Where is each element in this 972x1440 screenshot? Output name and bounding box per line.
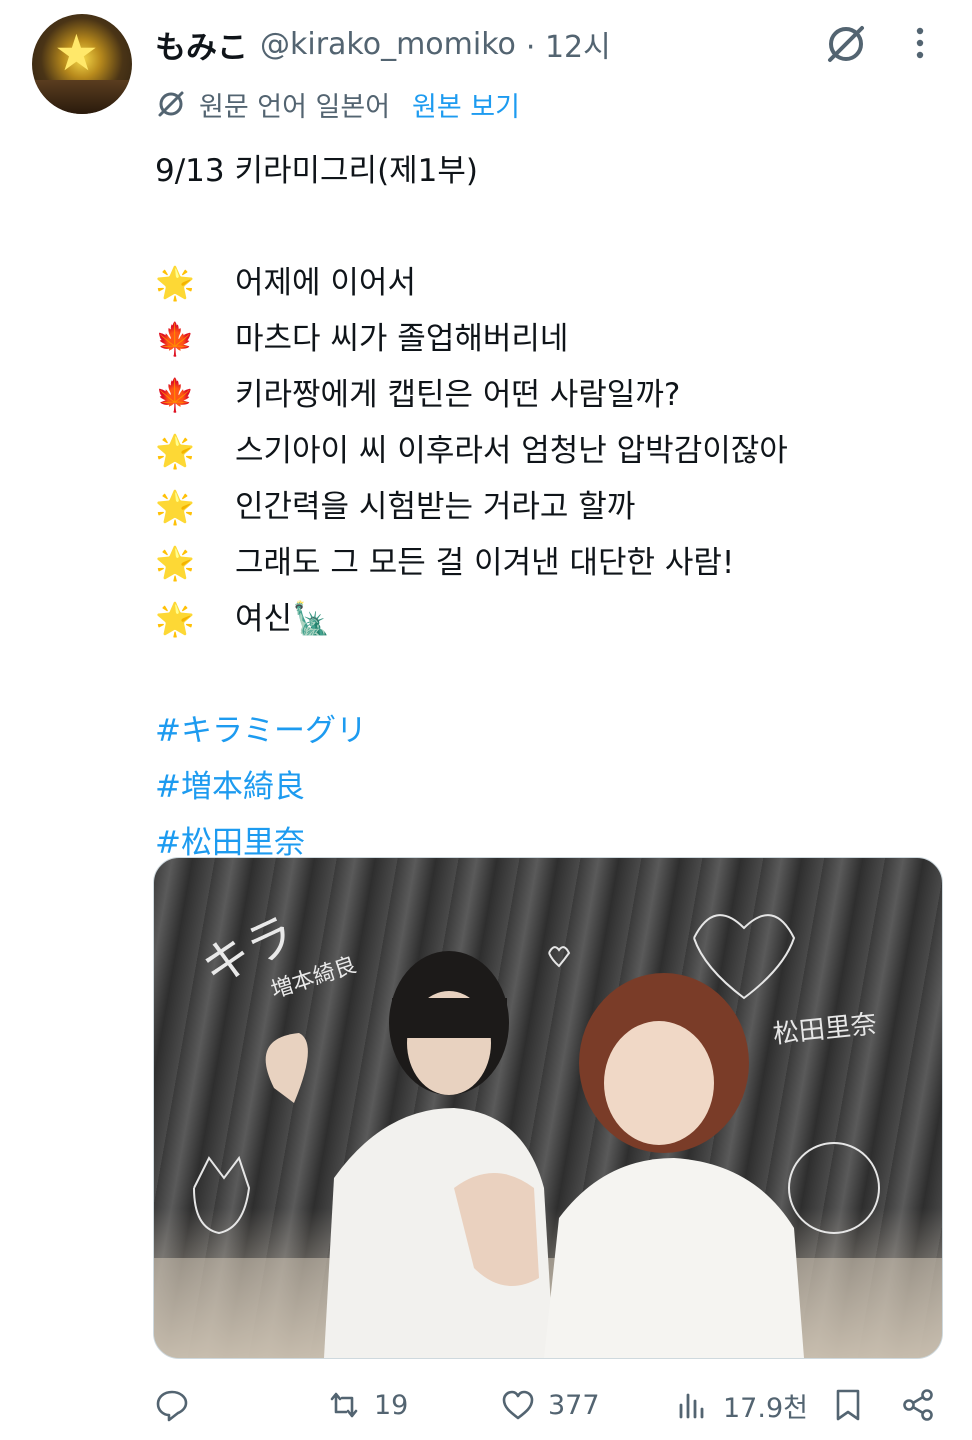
grok-button[interactable]: [822, 20, 872, 66]
maple-leaf-icon: 🍁: [155, 320, 195, 358]
text-line: 🌟 스기아이 씨 이후라서 엄청난 압박감이잖아: [155, 423, 945, 479]
action-bar: 19 377 17.9천: [150, 1382, 940, 1428]
hashtag-line: #増本綺良: [155, 759, 945, 815]
translate-icon: [158, 91, 184, 117]
glowing-star-icon: 🌟: [155, 432, 195, 470]
views-count: 17.9천: [723, 1392, 808, 1424]
photo-illustration: キラ 増本綺良 松田里奈: [154, 906, 942, 1358]
author-avatar[interactable]: ★: [32, 14, 132, 114]
text-line: 🍁 키라짱에게 캡틴은 어떤 사람일까?: [155, 367, 945, 423]
text-line: 🌟 그래도 그 모든 걸 이겨낸 대단한 사람!: [155, 535, 945, 591]
retweet-icon: [330, 1392, 358, 1418]
author-handle[interactable]: @kirako_momiko: [260, 27, 516, 62]
text-line: 🍁 마츠다 씨가 졸업해버리네: [155, 311, 945, 367]
like-count: 377: [548, 1389, 600, 1421]
star-icon: ★: [54, 24, 99, 82]
text-line: 🌟 여신🗽: [155, 591, 945, 647]
glowing-star-icon: 🌟: [155, 544, 195, 582]
text-line-content: 여신🗽: [235, 601, 331, 637]
tweet-time[interactable]: · 12시: [526, 22, 611, 66]
tweet-text: 9/13 키라미그리(제1부) 🌟 어제에 이어서 🍁 마츠다 씨가 졸업해버리…: [155, 143, 945, 871]
views-button[interactable]: 17.9천: [675, 1382, 808, 1428]
reply-button[interactable]: [154, 1382, 190, 1428]
avatar-background: [32, 80, 132, 114]
bookmark-button[interactable]: [830, 1382, 866, 1428]
text-line: 🌟 인간력을 시험받는 거라고 할까: [155, 479, 945, 535]
text-line: 🌟 어제에 이어서: [155, 255, 945, 311]
retweet-button[interactable]: 19: [326, 1382, 408, 1428]
hashtag-link[interactable]: #キラミーグリ: [155, 703, 367, 759]
like-icon: [502, 1390, 534, 1420]
text-line-content: 인간력을 시험받는 거라고 할까: [235, 489, 636, 525]
views-icon: [679, 1393, 704, 1419]
share-button[interactable]: [900, 1382, 936, 1428]
tweet-title: 9/13 키라미그리(제1부): [155, 153, 479, 189]
glowing-star-icon: 🌟: [155, 488, 195, 526]
translation-language: 원문 언어 일본어: [199, 91, 391, 123]
like-button[interactable]: 377: [500, 1382, 600, 1428]
glowing-star-icon: 🌟: [155, 264, 195, 302]
bookmark-icon: [836, 1389, 860, 1421]
text-line-content: 그래도 그 모든 걸 이겨낸 대단한 사람!: [235, 545, 735, 581]
share-icon: [903, 1389, 933, 1421]
reply-icon: [156, 1390, 188, 1422]
show-original-link[interactable]: 원본 보기: [412, 85, 520, 124]
translation-row: 원문 언어 일본어 원본 보기: [155, 84, 520, 124]
more-button[interactable]: [905, 22, 935, 64]
text-line-content: 어제에 이어서: [235, 265, 416, 301]
retweet-count: 19: [374, 1389, 409, 1421]
hashtag-link[interactable]: #増本綺良: [155, 759, 305, 815]
text-line-content: 키라짱에게 캡틴은 어떤 사람일까?: [235, 377, 681, 413]
grok-icon: [828, 26, 864, 62]
text-line-content: 마츠다 씨가 졸업해버리네: [235, 321, 569, 357]
hashtag-line: #キラミーグリ: [155, 703, 945, 759]
author-name[interactable]: もみこ: [155, 22, 248, 67]
text-line-content: 스기아이 씨 이후라서 엄청난 압박감이잖아: [235, 433, 788, 469]
autograph-matsuda: 松田里奈: [772, 1009, 879, 1050]
tweet-header: もみこ @kirako_momiko · 12시: [155, 22, 611, 67]
tweet-photo[interactable]: キラ 増本綺良 松田里奈: [153, 857, 943, 1359]
maple-leaf-icon: 🍁: [155, 376, 195, 414]
more-icon: [916, 27, 924, 59]
glowing-star-icon: 🌟: [155, 600, 195, 638]
